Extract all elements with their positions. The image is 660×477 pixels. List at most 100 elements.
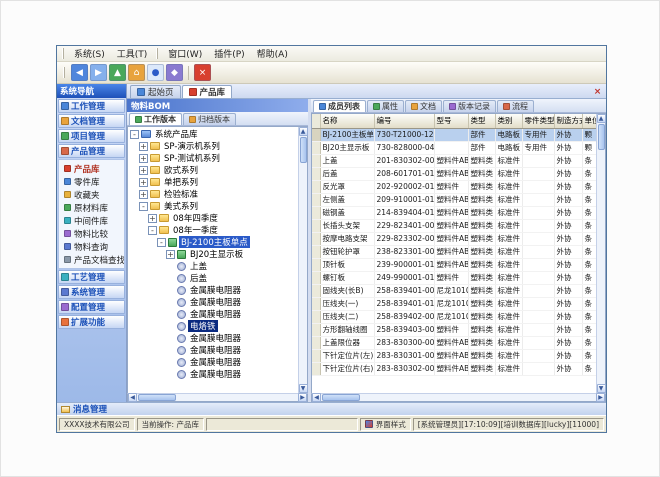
sidebar-item-parts-library[interactable]: 零件库 (59, 175, 124, 188)
bom-tree-horizontal-scrollbar[interactable]: ◀ ▶ (127, 393, 308, 402)
row-selector[interactable] (312, 232, 320, 245)
tree-node[interactable]: 金属膜电阻器 (128, 284, 298, 296)
row-selector[interactable] (312, 362, 320, 375)
row-selector[interactable] (312, 206, 320, 219)
tab-start-page[interactable]: 起始页 (130, 85, 181, 98)
tab-version-history[interactable]: 版本记录 (443, 100, 496, 112)
expand-icon[interactable]: + (139, 190, 148, 199)
forward-icon[interactable]: ▶ (90, 64, 107, 81)
search-icon[interactable]: ● (147, 64, 164, 81)
column-header[interactable]: 制造方式 (554, 114, 582, 128)
row-selector[interactable] (312, 310, 320, 323)
expand-icon[interactable]: + (148, 214, 157, 223)
tab-documents[interactable]: 文档 (405, 100, 442, 112)
row-selector[interactable] (312, 258, 320, 271)
close-tab-icon[interactable]: × (592, 86, 603, 97)
scroll-right-icon[interactable]: ▶ (298, 393, 307, 402)
menu-help[interactable]: 帮助(A) (251, 46, 294, 61)
column-header[interactable]: 类型 (468, 114, 495, 128)
sidebar-group-document[interactable]: 文档管理 (58, 114, 125, 128)
scroll-up-icon[interactable]: ▲ (597, 114, 606, 123)
status-style[interactable]: 界面样式 (360, 418, 411, 431)
row-selector[interactable] (312, 167, 320, 180)
menu-window[interactable]: 窗口(W) (162, 46, 208, 61)
table-row[interactable]: 上盖限位器283-830300-00E塑料件ABS塑料类标准件外协条 (312, 336, 596, 349)
table-row[interactable]: 磁钢盖214-839404-01E塑料件ABS塑料类标准件外协条 (312, 206, 596, 219)
column-header[interactable]: 零件类型 (522, 114, 554, 128)
column-header[interactable]: 编号 (374, 114, 434, 128)
tree-node[interactable]: 金属膜电阻器 (128, 368, 298, 380)
row-selector[interactable] (312, 297, 320, 310)
scroll-up-icon[interactable]: ▲ (299, 127, 308, 136)
row-selector[interactable] (312, 180, 320, 193)
menu-tools[interactable]: 工具(T) (111, 46, 154, 61)
tab-archived-version[interactable]: 归档版本 (183, 113, 236, 125)
collapse-icon[interactable]: - (130, 130, 139, 139)
row-selector[interactable] (312, 245, 320, 258)
table-row[interactable]: BJ20主显示板730-828000-04E部件电路板专用件外协颗 (312, 141, 596, 154)
table-row[interactable]: 方形翻轴线圈258-839403-00E塑料件塑料类标准件外协条 (312, 323, 596, 336)
expand-icon[interactable]: + (139, 166, 148, 175)
tree-node[interactable]: +SP-演示机系列 (128, 140, 298, 152)
row-selector[interactable] (312, 349, 320, 362)
sidebar-group-project[interactable]: 项目管理 (58, 129, 125, 143)
column-header[interactable]: 型号 (434, 114, 468, 128)
tree-node[interactable]: -08年一季度 (128, 224, 298, 236)
home-icon[interactable]: ⌂ (128, 64, 145, 81)
table-row[interactable]: 压线夹(二)258-839402-00E尼龙1010塑料类标准件外协条 (312, 310, 596, 323)
back-icon[interactable]: ◀ (71, 64, 88, 81)
tree-node[interactable]: 金属膜电阻器 (128, 296, 298, 308)
sidebar-item-favorites[interactable]: 收藏夹 (59, 188, 124, 201)
up-icon[interactable]: ▲ (109, 64, 126, 81)
tree-node[interactable]: -BJ-2100主板单点 (128, 236, 298, 248)
grid-vertical-scrollbar[interactable]: ▲ ▼ (596, 114, 605, 393)
menu-system[interactable]: 系统(S) (68, 46, 111, 61)
expand-icon[interactable]: + (166, 250, 175, 259)
sidebar-item-product-doc-search[interactable]: 产品文档查找 (59, 253, 124, 266)
table-row[interactable]: 反光罩202-920002-01E塑料件塑料类标准件外协条 (312, 180, 596, 193)
tree-node[interactable]: +BJ20主显示板 (128, 248, 298, 260)
table-row[interactable]: 下针定位片(右)283-830302-00E塑料件ABS塑料类标准件外协条 (312, 362, 596, 375)
sidebar-item-product-library[interactable]: 产品库 (59, 162, 124, 175)
tree-node[interactable]: -系统产品库 (128, 128, 298, 140)
scroll-left-icon[interactable]: ◀ (128, 393, 137, 402)
message-bar[interactable]: 消息管理 (57, 402, 606, 415)
bom-tree-vertical-scrollbar[interactable]: ▲ ▼ (298, 127, 307, 393)
column-header[interactable]: 单位 (582, 114, 596, 128)
expand-icon[interactable]: + (139, 154, 148, 163)
sidebar-group-work[interactable]: 工作管理 (58, 99, 125, 113)
sidebar-item-intermediates[interactable]: 中间件库 (59, 214, 124, 227)
tab-member-list[interactable]: 成员列表 (313, 100, 366, 112)
table-row[interactable]: BJ-2100主板单点730-T21000-12E部件电路板专用件外协颗 (312, 128, 596, 141)
table-row[interactable]: 螺钉板249-990001-01E塑料件塑料类标准件外协条 (312, 271, 596, 284)
tab-working-version[interactable]: 工作版本 (129, 113, 182, 125)
collapse-icon[interactable]: - (148, 226, 157, 235)
row-selector[interactable] (312, 284, 320, 297)
grid-horizontal-scrollbar[interactable]: ◀ ▶ (311, 393, 606, 402)
tree-node[interactable]: +欧式系列 (128, 164, 298, 176)
tree-node[interactable]: +SP-测试机系列 (128, 152, 298, 164)
sidebar-item-material-compare[interactable]: 物料比较 (59, 227, 124, 240)
tab-workflow[interactable]: 流程 (497, 100, 534, 112)
sidebar-group-process[interactable]: 工艺管理 (58, 270, 125, 284)
column-header[interactable]: 名称 (320, 114, 374, 128)
scrollbar-thumb[interactable] (598, 124, 605, 150)
table-row[interactable]: 按钮轮护罩238-823301-00E塑料件ABS塑料类标准件外协条 (312, 245, 596, 258)
tree-node[interactable]: -美式系列 (128, 200, 298, 212)
table-row[interactable]: 下针定位片(左)283-830301-00E塑料件ABS塑料类标准件外协条 (312, 349, 596, 362)
tree-node[interactable]: 后盖 (128, 272, 298, 284)
table-row[interactable]: 固线夹(长B)258-839401-00E尼龙1010塑料类标准件外协条 (312, 284, 596, 297)
expand-icon[interactable]: + (139, 178, 148, 187)
row-selector[interactable] (312, 128, 320, 141)
tree-node[interactable]: +单把系列 (128, 176, 298, 188)
tree-node[interactable]: +08年四季度 (128, 212, 298, 224)
sidebar-group-product[interactable]: 产品管理 (58, 144, 125, 158)
sidebar-item-raw-materials[interactable]: 原材料库 (59, 201, 124, 214)
scroll-down-icon[interactable]: ▼ (299, 384, 308, 393)
row-selector[interactable] (312, 141, 320, 154)
tree-node[interactable]: 上盖 (128, 260, 298, 272)
scroll-right-icon[interactable]: ▶ (596, 393, 605, 402)
column-header[interactable]: 类别 (495, 114, 522, 128)
row-selector[interactable] (312, 219, 320, 232)
table-row[interactable]: 顶针板239-900001-01E塑料件ABS塑料类标准件外协条 (312, 258, 596, 271)
